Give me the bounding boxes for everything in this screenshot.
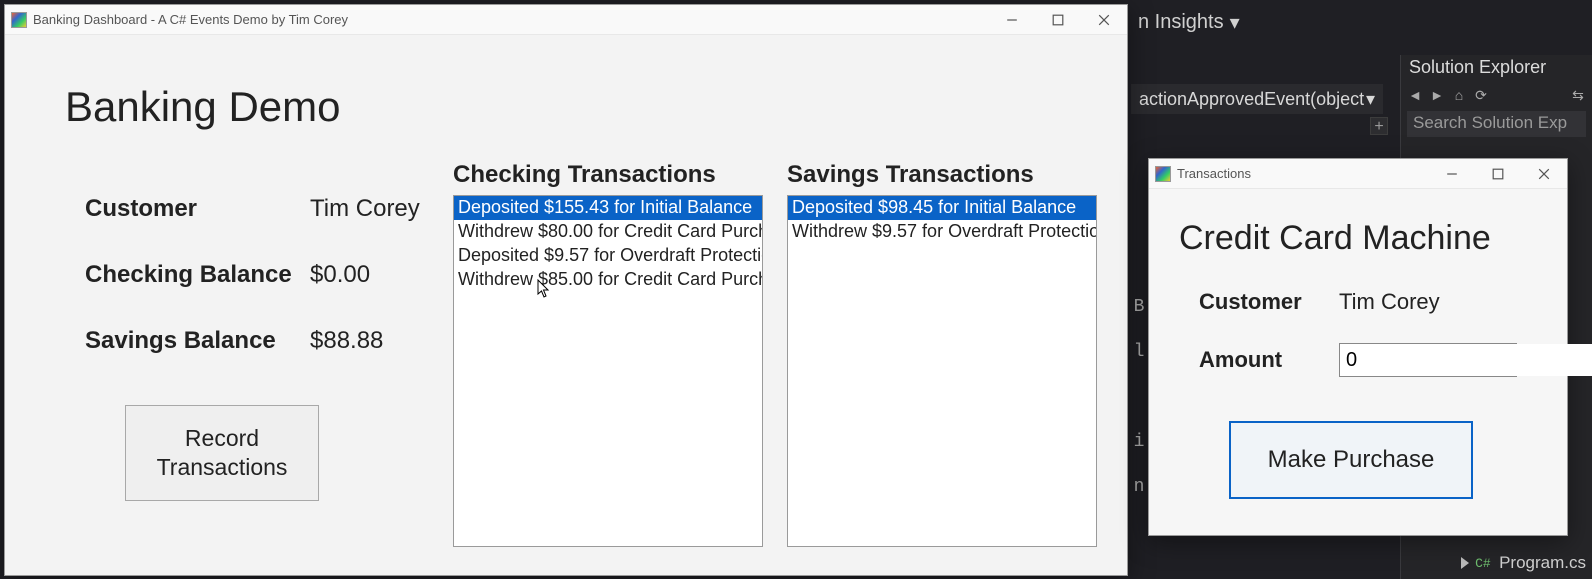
amount-numeric-updown[interactable]: ▲ ▼ <box>1339 343 1517 377</box>
maximize-button[interactable] <box>1035 5 1081 35</box>
checking-transactions-column: Checking Transactions Deposited $155.43 … <box>453 161 763 547</box>
close-button[interactable] <box>1081 5 1127 35</box>
checking-transactions-list[interactable]: Deposited $155.43 for Initial BalanceWit… <box>453 195 763 547</box>
cc-customer-label: Customer <box>1199 289 1339 315</box>
cc-amount-label: Amount <box>1199 347 1339 373</box>
cc-customer-value: Tim Corey <box>1339 289 1519 315</box>
banking-window-title: Banking Dashboard - A C# Events Demo by … <box>33 12 348 27</box>
amount-input[interactable] <box>1340 344 1592 376</box>
collapse-icon[interactable]: ⇆ <box>1570 87 1586 103</box>
checking-balance-label: Checking Balance <box>85 261 310 289</box>
insights-menu-label[interactable]: n Insights <box>1138 11 1224 34</box>
forward-icon[interactable]: ► <box>1429 87 1445 103</box>
list-item[interactable]: Withdrew $80.00 for Credit Card Purchas <box>454 220 762 244</box>
list-item[interactable]: Deposited $98.45 for Initial Balance <box>788 196 1096 220</box>
transactions-titlebar[interactable]: Transactions <box>1149 159 1567 189</box>
vs-nav-text: actionApprovedEvent(object <box>1139 89 1364 110</box>
savings-transactions-header: Savings Transactions <box>787 161 1097 189</box>
close-button[interactable] <box>1521 159 1567 189</box>
transactions-window: Transactions Credit Card Machine Custome… <box>1148 158 1568 536</box>
list-item[interactable]: Deposited $155.43 for Initial Balance <box>454 196 762 220</box>
expand-triangle-icon[interactable] <box>1461 557 1469 569</box>
savings-transactions-column: Savings Transactions Deposited $98.45 fo… <box>787 161 1097 547</box>
account-info-grid: Customer Tim Corey Checking Balance $0.0… <box>85 195 510 355</box>
banking-dashboard-window: Banking Dashboard - A C# Events Demo by … <box>4 4 1128 576</box>
solution-explorer-title: Solution Explorer <box>1401 55 1592 83</box>
list-item[interactable]: Deposited $9.57 for Overdraft Protection <box>454 244 762 268</box>
credit-card-heading: Credit Card Machine <box>1179 219 1491 258</box>
split-plus-icon[interactable]: + <box>1370 117 1388 135</box>
solution-search-input[interactable]: Search Solution Exp <box>1407 111 1586 137</box>
minimize-button[interactable] <box>1429 159 1475 189</box>
credit-card-form: Customer Tim Corey Amount ▲ ▼ <box>1199 289 1519 377</box>
record-transactions-button[interactable]: Record Transactions <box>125 405 319 501</box>
home-icon[interactable]: ⌂ <box>1451 87 1467 103</box>
winforms-app-icon <box>1155 166 1171 182</box>
program-file-label: Program.cs <box>1499 553 1586 573</box>
transactions-window-title: Transactions <box>1177 166 1251 181</box>
program-file-node[interactable]: C# Program.cs <box>1461 553 1586 573</box>
vs-code-gutter: B l i n <box>1131 150 1147 579</box>
customer-label: Customer <box>85 195 310 223</box>
savings-balance-label: Savings Balance <box>85 327 310 355</box>
dropdown-caret-icon: ▾ <box>1230 10 1240 35</box>
chevron-down-icon: ▾ <box>1366 89 1375 110</box>
vs-nav-dropdown[interactable]: actionApprovedEvent(object ▾ <box>1131 84 1383 114</box>
back-icon[interactable]: ◄ <box>1407 87 1423 103</box>
solution-explorer-toolbar[interactable]: ◄ ► ⌂ ⟳ ⇆ <box>1401 83 1592 107</box>
sync-icon[interactable]: ⟳ <box>1473 87 1489 103</box>
csharp-file-icon: C# <box>1475 556 1493 570</box>
maximize-button[interactable] <box>1475 159 1521 189</box>
winforms-app-icon <box>11 12 27 28</box>
savings-transactions-list[interactable]: Deposited $98.45 for Initial BalanceWith… <box>787 195 1097 547</box>
banking-titlebar[interactable]: Banking Dashboard - A C# Events Demo by … <box>5 5 1127 35</box>
list-item[interactable]: Withdrew $9.57 for Overdraft Protection <box>788 220 1096 244</box>
minimize-button[interactable] <box>989 5 1035 35</box>
list-item[interactable]: Withdrew $85.00 for Credit Card Purchas <box>454 268 762 292</box>
vs-menu-fragment: n Insights ▾ <box>1130 0 1592 45</box>
make-purchase-button[interactable]: Make Purchase <box>1229 421 1473 499</box>
page-title: Banking Demo <box>65 83 340 131</box>
checking-transactions-header: Checking Transactions <box>453 161 763 189</box>
